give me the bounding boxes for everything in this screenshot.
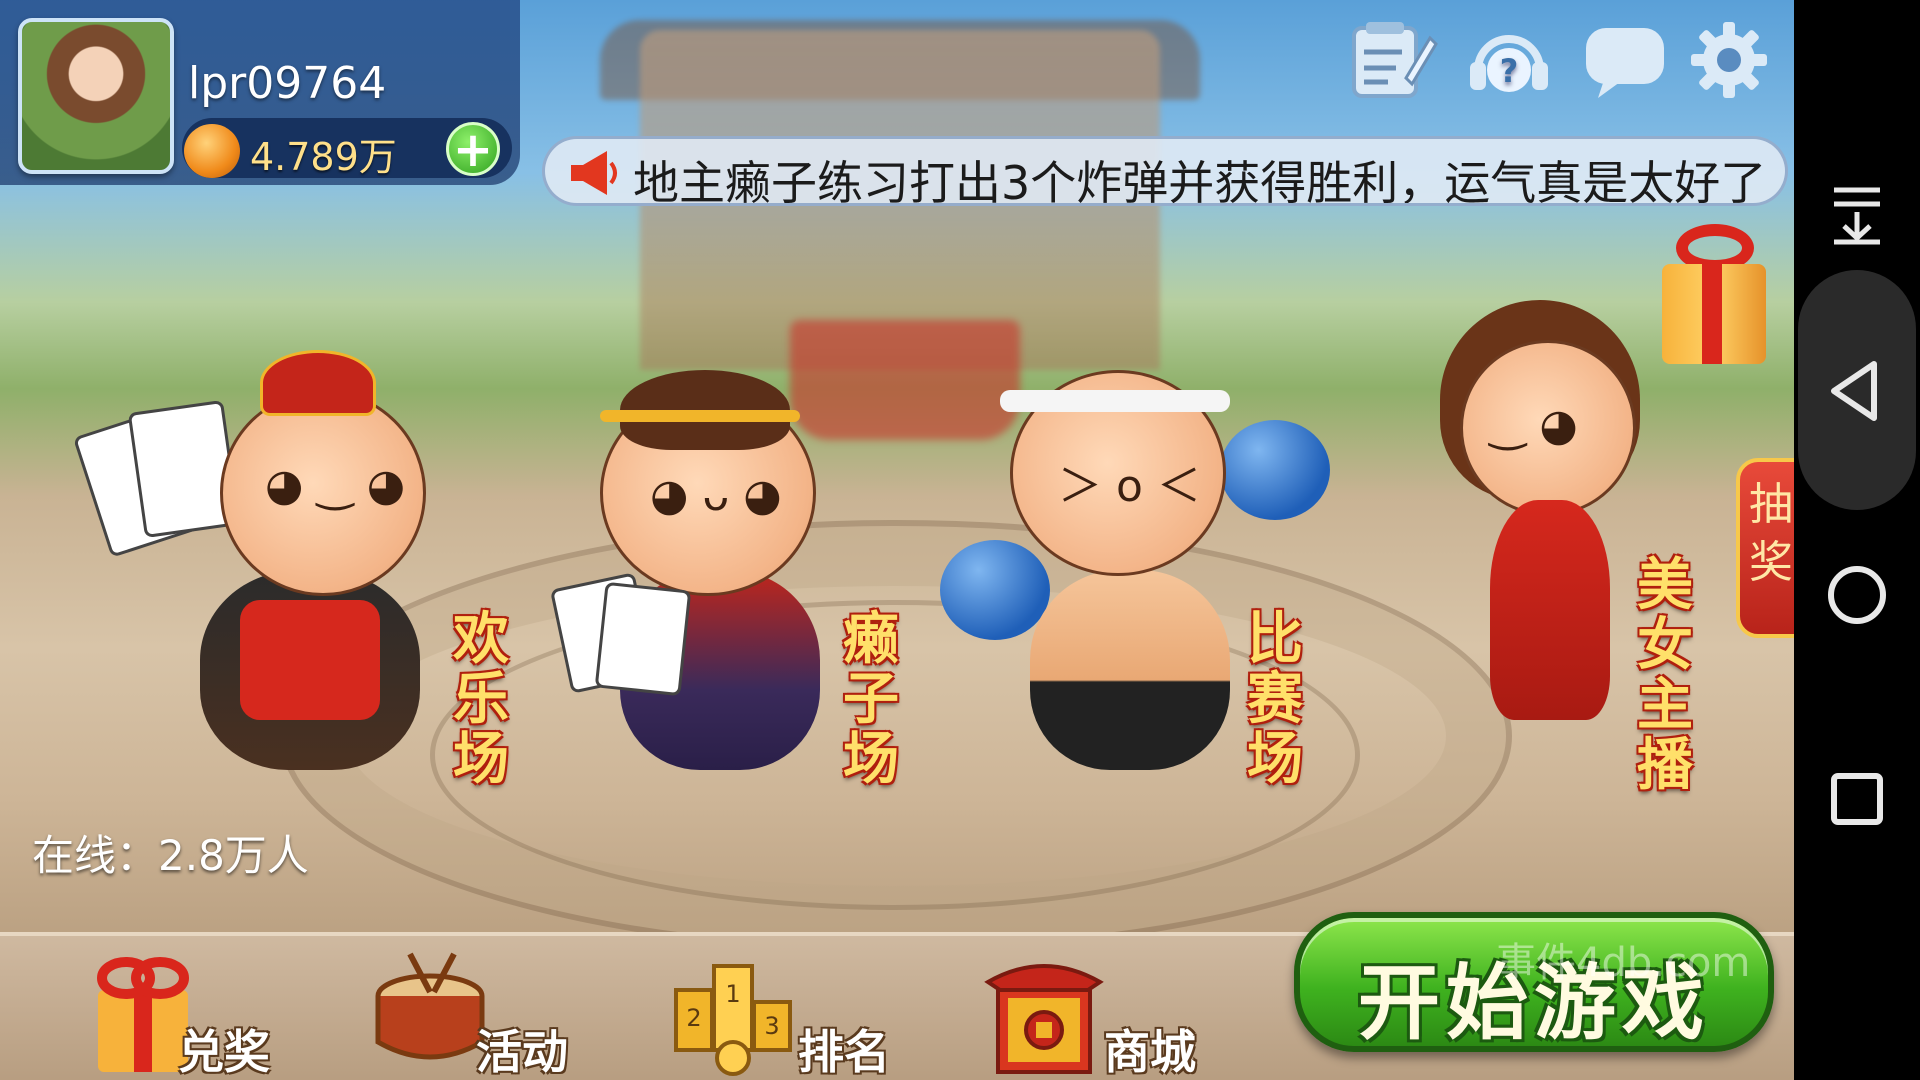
game-lobby: lpr09764 4.789万 + ? 地主癞子练习打出3个炸弹并获得胜利，运气… xyxy=(0,0,1794,1080)
help-headset-icon[interactable]: ? xyxy=(1462,18,1556,102)
notepad-icon[interactable] xyxy=(1346,18,1440,102)
svg-text:?: ? xyxy=(1500,52,1519,90)
mode-laizi-label[interactable]: 癞子场 xyxy=(836,610,906,790)
gift-ribbon xyxy=(1702,264,1722,364)
svg-text:1: 1 xyxy=(725,980,740,1008)
android-nav-bar xyxy=(1794,0,1920,1080)
nav-redeem-label: 兑奖 xyxy=(178,1025,270,1079)
nav-events[interactable]: 活动 xyxy=(370,940,590,1080)
boxing-glove-icon xyxy=(940,540,1050,640)
lottery-tab[interactable]: 抽奖 xyxy=(1736,458,1794,638)
nav-ranking-label: 排名 xyxy=(798,1025,890,1079)
nav-redeem[interactable]: 兑奖 xyxy=(88,940,308,1080)
back-icon[interactable] xyxy=(1816,350,1898,432)
add-coins-button[interactable]: + xyxy=(446,122,500,176)
nav-shop-label: 商城 xyxy=(1104,1025,1196,1079)
home-icon[interactable] xyxy=(1816,554,1898,636)
chat-bubble-icon[interactable] xyxy=(1578,18,1672,102)
username: lpr09764 xyxy=(188,58,387,109)
avatar[interactable] xyxy=(18,18,174,174)
face-shout: ＞ o ＜ xyxy=(1058,461,1201,512)
nav-ranking[interactable]: 213 排名 xyxy=(668,940,908,1080)
mode-host-label[interactable]: 美女主播 xyxy=(1630,556,1700,796)
character-vest xyxy=(240,600,380,720)
bean-coin-icon xyxy=(184,124,240,178)
notification-pulldown-icon[interactable] xyxy=(1816,170,1898,252)
announcement-text: 地主癞子练习打出3个炸弹并获得胜利，运气真是太好了 xyxy=(633,156,1767,206)
online-count: 在线：2.8万人 xyxy=(32,831,309,880)
podium-icon: 213 xyxy=(668,946,792,1076)
recents-icon[interactable] xyxy=(1816,758,1898,840)
qipao-dress xyxy=(1490,500,1610,720)
nav-shop[interactable]: 商城 xyxy=(984,940,1224,1080)
svg-text:2: 2 xyxy=(686,1004,701,1032)
face-wink: ‿ ◕ xyxy=(1490,400,1578,451)
face-grin: ◕ ‿ ◕ xyxy=(265,460,406,511)
svg-text:3: 3 xyxy=(764,1012,779,1040)
character-body xyxy=(1030,570,1230,770)
announcement-marquee: 地主癞子练习打出3个炸弹并获得胜利，运气真是太好了 xyxy=(542,136,1788,206)
gear-icon[interactable] xyxy=(1682,18,1776,102)
megaphone-icon xyxy=(565,145,621,203)
watermark: 事件4db.com xyxy=(1496,940,1751,986)
mode-happy-card[interactable]: ◕ ‿ ◕ xyxy=(72,350,490,790)
hat-icon xyxy=(260,350,376,416)
boxing-glove-icon xyxy=(1220,420,1330,520)
ace-card-icon xyxy=(594,581,692,697)
shop-pavilion-icon xyxy=(984,946,1104,1074)
drum-icon xyxy=(370,946,485,1066)
headband xyxy=(600,410,800,422)
coin-balance: 4.789万 xyxy=(250,135,397,179)
face-smile: ◕ ᴗ ◕ xyxy=(650,470,782,521)
mode-match-label[interactable]: 比赛场 xyxy=(1240,610,1310,790)
mode-happy-label[interactable]: 欢乐场 xyxy=(446,610,516,790)
headband xyxy=(1000,390,1230,412)
nav-events-label: 活动 xyxy=(476,1025,568,1079)
